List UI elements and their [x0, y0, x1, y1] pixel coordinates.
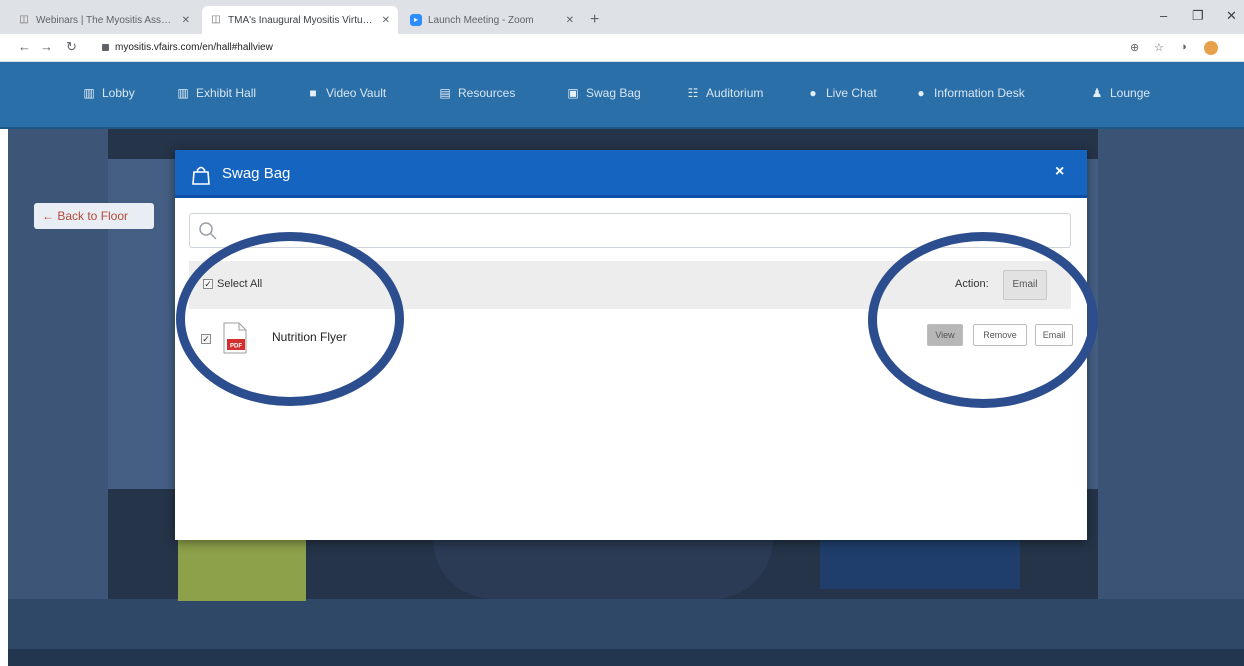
remove-button[interactable]: Remove — [973, 324, 1027, 346]
back-arrow-icon[interactable]: ← — [18, 40, 31, 54]
pdf-file-icon: PDF — [223, 322, 247, 354]
checkmark-icon[interactable]: ✓ — [203, 279, 213, 289]
nav-item-video-vault[interactable]: ■ Video Vault — [306, 86, 386, 100]
list-item: ✓ PDF Nutrition Flyer View Remove Email — [189, 318, 1073, 362]
bookmark-star-icon[interactable]: ☆ — [1154, 41, 1164, 54]
reload-icon[interactable]: ↻ — [66, 40, 77, 54]
briefcase-icon: ▣ — [567, 86, 579, 100]
nav-label: Information Desk — [934, 86, 1025, 100]
page-favicon-icon: ◫ — [211, 14, 221, 25]
email-button[interactable]: Email — [1035, 324, 1073, 346]
tab-title: TMA's Inaugural Myositis Virtual... — [228, 14, 376, 26]
modal-header: Swag Bag × — [175, 150, 1087, 198]
new-tab-button[interactable]: + — [590, 12, 599, 28]
browser-tab-active[interactable]: ◫ TMA's Inaugural Myositis Virtual... ✕ — [202, 6, 398, 34]
zoom-lens-icon[interactable]: ⊕ — [1130, 41, 1139, 54]
hall-floor-edge — [8, 649, 1244, 666]
swag-bag-modal: Swag Bag × ✓ Select All Action: Email ✓ … — [175, 150, 1087, 540]
nav-label: Resources — [458, 86, 516, 100]
select-all-label: Select All — [217, 278, 263, 290]
modal-title: Swag Bag — [222, 165, 291, 182]
nav-item-information-desk[interactable]: ● Information Desk — [914, 86, 1025, 100]
nav-item-lobby[interactable]: ▥ Lobby — [82, 86, 135, 100]
browser-tab[interactable]: ◫ Webinars | The Myositis Associ... ✕ — [10, 6, 198, 34]
nav-item-live-chat[interactable]: ● Live Chat — [806, 86, 877, 100]
pdf-badge-label: PDF — [230, 344, 242, 350]
action-row: ✓ Select All Action: Email — [189, 261, 1071, 309]
building-icon: ▥ — [83, 86, 95, 100]
video-camera-icon: ■ — [309, 86, 317, 100]
nav-item-resources[interactable]: ▤ Resources — [438, 86, 515, 100]
folder-icon: ▤ — [439, 86, 451, 100]
nav-label: Lobby — [102, 86, 135, 100]
nav-item-exhibit-hall[interactable]: ▥ Exhibit Hall — [176, 86, 256, 100]
profile-avatar[interactable] — [1204, 41, 1218, 55]
tab-title: Webinars | The Myositis Associ... — [36, 14, 176, 26]
page-favicon-icon: ◫ — [19, 14, 29, 25]
booth-pedestal — [433, 539, 773, 599]
tab-close-icon[interactable]: ✕ — [566, 15, 574, 26]
lock-icon — [102, 44, 109, 51]
browser-tab-bar: ◫ Webinars | The Myositis Associ... ✕ ◫ … — [0, 0, 1244, 34]
minimize-button[interactable]: – — [1160, 8, 1167, 23]
maximize-button[interactable]: ❐ — [1192, 8, 1204, 24]
building-icon: ▥ — [177, 86, 189, 100]
nav-label: Video Vault — [326, 86, 387, 100]
tab-close-icon[interactable]: ✕ — [382, 15, 390, 26]
nav-label: Lounge — [1110, 86, 1151, 100]
extension-icon[interactable]: ◑ — [1180, 41, 1187, 53]
hall-left-panel — [8, 129, 108, 599]
forward-arrow-icon[interactable]: → — [40, 40, 53, 54]
back-to-floor-button[interactable]: ← Back to Floor — [34, 203, 154, 229]
search-box[interactable] — [189, 213, 1071, 248]
browser-tab[interactable]: ▸ Launch Meeting - Zoom ✕ — [402, 6, 582, 34]
bulk-email-button[interactable]: Email — [1003, 270, 1047, 300]
nav-item-swag-bag[interactable]: ▣ Swag Bag — [566, 86, 641, 100]
grid-icon: ☷ — [687, 86, 699, 100]
chat-icon: ● — [809, 86, 817, 100]
info-icon: ● — [917, 86, 925, 100]
zoom-icon: ▸ — [410, 14, 422, 26]
shopping-bag-icon — [192, 166, 210, 185]
search-icon — [199, 222, 217, 240]
users-icon: ♟ — [1091, 86, 1103, 100]
nav-item-lounge[interactable]: ♟ Lounge — [1090, 86, 1150, 100]
hall-right-panel — [1098, 129, 1244, 599]
nav-label: Auditorium — [706, 86, 764, 100]
action-label: Action: — [955, 278, 989, 290]
tab-title: Launch Meeting - Zoom — [428, 14, 534, 26]
tab-close-icon[interactable]: ✕ — [182, 15, 190, 26]
close-icon[interactable]: × — [1055, 163, 1064, 181]
nav-label: Exhibit Hall — [196, 86, 257, 100]
search-input[interactable] — [226, 220, 1056, 242]
select-all-checkbox[interactable]: ✓ Select All — [203, 278, 262, 290]
item-checkbox[interactable]: ✓ — [201, 334, 211, 344]
address-bar: ← → ↻ myositis.vfairs.com/en/hall#hallvi… — [0, 34, 1244, 62]
nav-item-auditorium[interactable]: ☷ Auditorium — [686, 86, 764, 100]
site-nav-bar: ▥ Lobby ▥ Exhibit Hall ■ Video Vault ▤ Resou… — [0, 62, 1244, 129]
nav-label: Live Chat — [826, 86, 877, 100]
item-name: Nutrition Flyer — [272, 330, 347, 344]
view-button[interactable]: View — [927, 324, 963, 346]
nav-label: Swag Bag — [586, 86, 641, 100]
close-window-button[interactable]: ✕ — [1226, 8, 1237, 24]
url-field[interactable]: myositis.vfairs.com/en/hall#hallview — [115, 42, 273, 53]
